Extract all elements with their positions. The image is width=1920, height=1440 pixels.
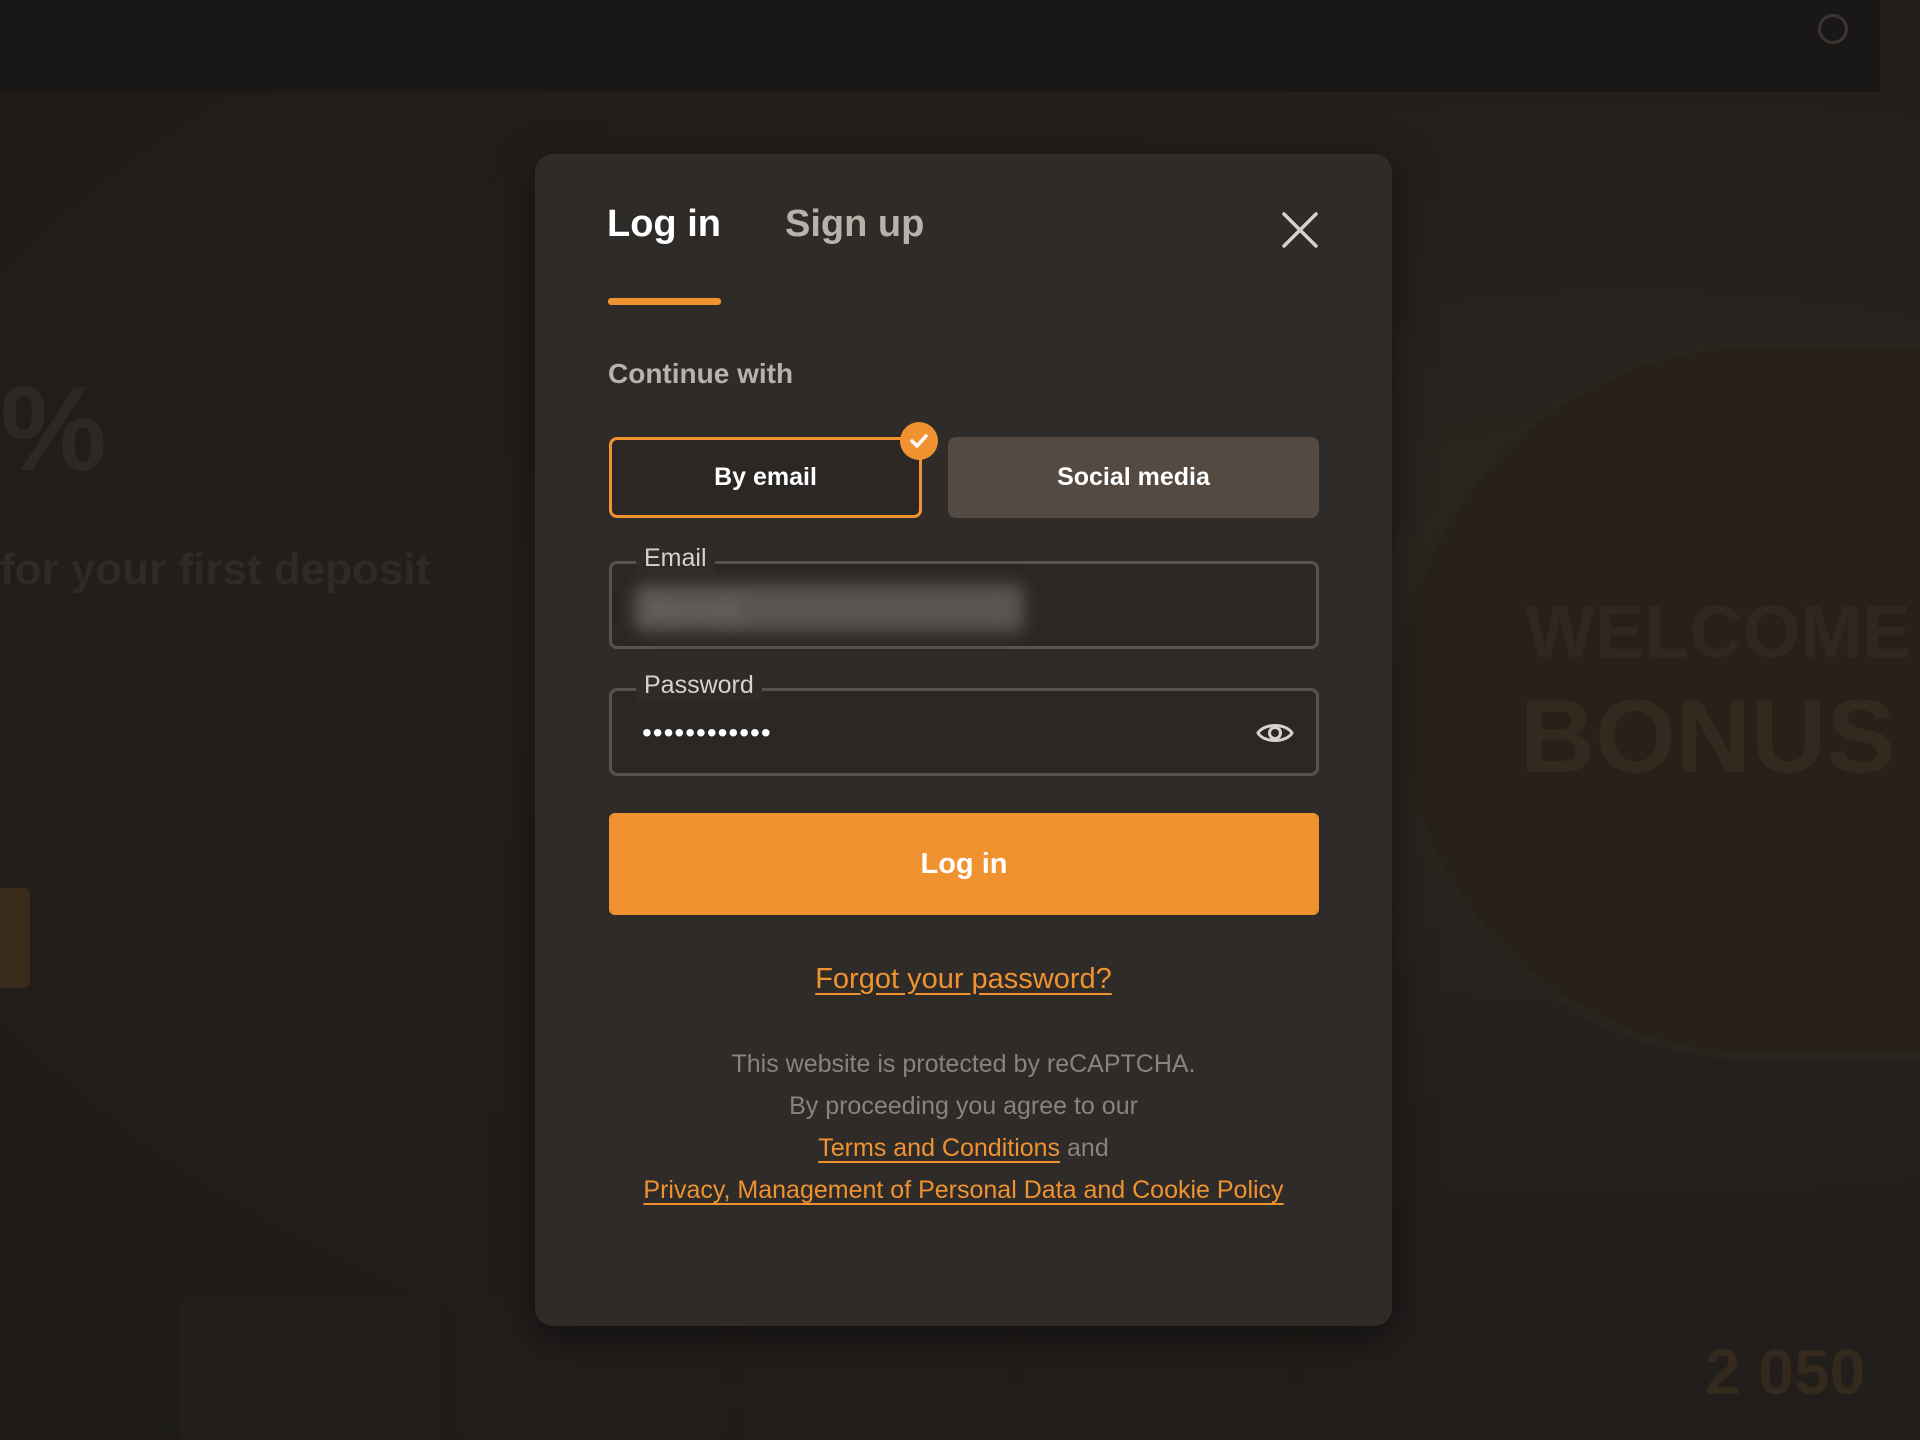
by-email-label: By email xyxy=(714,463,817,491)
active-tab-indicator xyxy=(608,298,721,305)
email-label: Email xyxy=(636,544,715,573)
welcome-text: WELCOME xyxy=(1525,590,1912,673)
category-tile[interactable] xyxy=(180,1300,440,1440)
password-field[interactable]: Password •••••••••••• xyxy=(609,671,1319,776)
forgot-password-row: Forgot your password? xyxy=(535,963,1392,996)
promo-button[interactable] xyxy=(0,888,30,988)
forgot-password-link[interactable]: Forgot your password? xyxy=(815,963,1112,995)
eye-icon[interactable] xyxy=(1256,717,1294,749)
email-value-blurred: [blurred] xyxy=(634,584,1024,632)
bonus-text: BONUS xyxy=(1520,679,1896,795)
tab-signup[interactable]: Sign up xyxy=(785,203,924,246)
password-value: •••••••••••• xyxy=(642,717,772,748)
promo-text: for your first deposit xyxy=(0,545,431,594)
privacy-link[interactable]: Privacy, Management of Personal Data and… xyxy=(643,1176,1283,1204)
top-bar xyxy=(0,0,1880,92)
email-field[interactable]: Email [blurred] xyxy=(609,544,1319,649)
search-icon[interactable] xyxy=(1818,14,1848,44)
promo-percent: % xyxy=(0,362,107,496)
continue-with-label: Continue with xyxy=(608,358,794,389)
terms-link[interactable]: Terms and Conditions xyxy=(818,1134,1060,1162)
agree-text: By proceeding you agree to our xyxy=(789,1092,1138,1120)
social-media-button[interactable]: Social media xyxy=(948,437,1319,518)
legal-text: This website is protected by reCAPTCHA. … xyxy=(600,1043,1327,1211)
recaptcha-text: This website is protected by reCAPTCHA. xyxy=(731,1050,1196,1078)
close-icon[interactable] xyxy=(1278,208,1322,252)
by-email-button[interactable]: By email xyxy=(609,437,922,518)
and-text: and xyxy=(1067,1134,1109,1162)
tab-login[interactable]: Log in xyxy=(607,203,721,246)
password-label: Password xyxy=(636,671,762,700)
jackpot-amount: 2 050 xyxy=(1705,1336,1866,1408)
check-icon xyxy=(900,422,938,460)
social-media-label: Social media xyxy=(1057,463,1210,491)
login-button[interactable]: Log in xyxy=(609,813,1319,915)
